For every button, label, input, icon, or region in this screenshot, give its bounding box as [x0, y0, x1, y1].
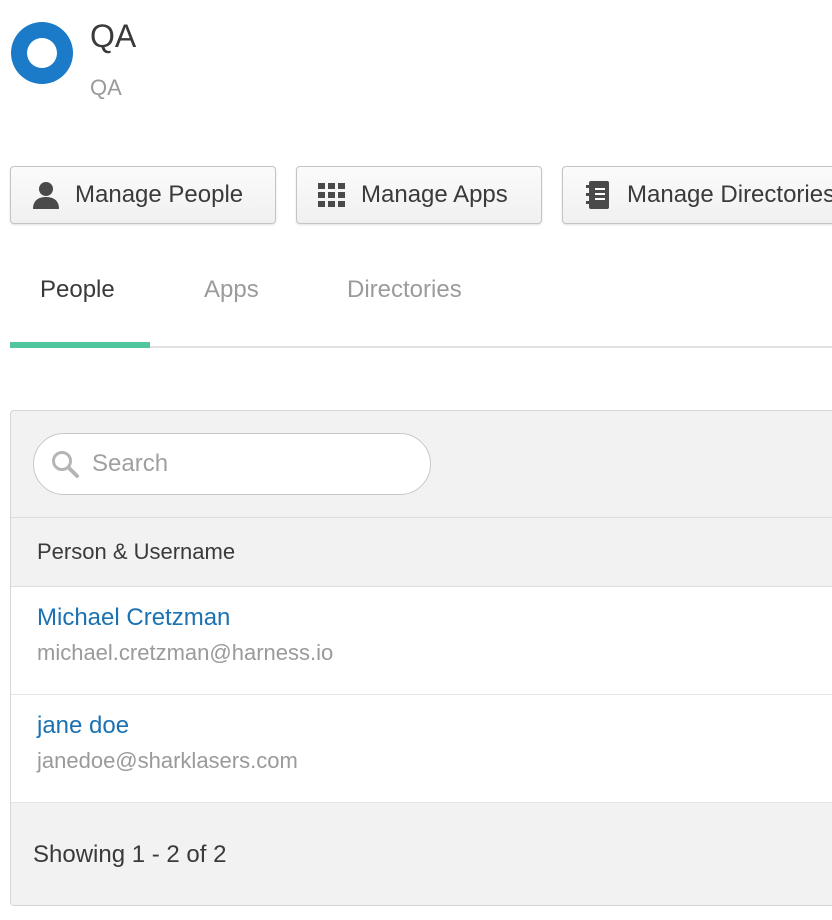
- active-tab-indicator: [10, 342, 150, 348]
- manage-apps-label: Manage Apps: [361, 181, 508, 208]
- grid-icon: [317, 180, 347, 210]
- manage-people-label: Manage People: [75, 181, 244, 208]
- group-logo-icon: [11, 22, 73, 84]
- column-header-person-username: Person & Username: [11, 517, 832, 587]
- table-row: Michael Cretzman michael.cretzman@harnes…: [11, 587, 832, 695]
- search-box[interactable]: [33, 433, 431, 495]
- pagination-summary: Showing 1 - 2 of 2: [11, 803, 832, 905]
- person-username: janedoe@sharklasers.com: [37, 748, 298, 773]
- manage-apps-button[interactable]: Manage Apps: [296, 166, 542, 224]
- table-row: jane doe janedoe@sharklasers.com: [11, 695, 832, 803]
- tab-people[interactable]: People: [40, 276, 115, 304]
- people-panel: Person & Username Michael Cretzman micha…: [10, 410, 832, 906]
- tab-apps[interactable]: Apps: [204, 276, 259, 304]
- person-name-link[interactable]: jane doe: [37, 712, 129, 740]
- person-icon: [31, 180, 61, 210]
- group-logo-hole: [27, 38, 57, 68]
- group-subtitle: QA: [90, 75, 122, 100]
- search-input[interactable]: [90, 449, 394, 479]
- tab-directories[interactable]: Directories: [347, 276, 462, 304]
- search-icon: [50, 449, 80, 479]
- group-title: QA: [90, 18, 137, 54]
- group-page: QA QA Manage People Manage Apps Manage D…: [0, 0, 832, 920]
- manage-people-button[interactable]: Manage People: [10, 166, 276, 224]
- manage-directories-label: Manage Directories: [627, 181, 832, 208]
- manage-directories-button[interactable]: Manage Directories: [562, 166, 832, 224]
- person-name-link[interactable]: Michael Cretzman: [37, 604, 230, 632]
- person-username: michael.cretzman@harness.io: [37, 640, 334, 665]
- tab-bar: People Apps Directories: [10, 266, 832, 348]
- address-book-icon: [583, 180, 613, 210]
